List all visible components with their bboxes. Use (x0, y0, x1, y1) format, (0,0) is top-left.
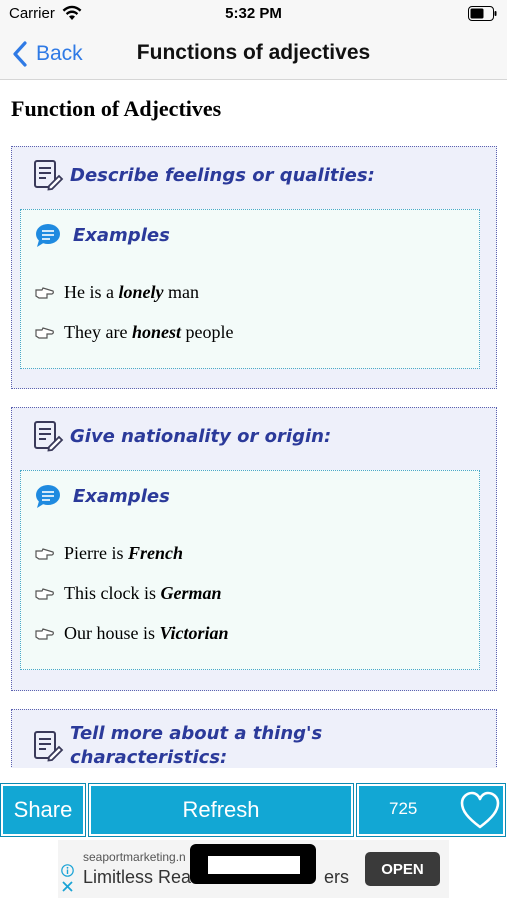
example-text-before: This clock is (64, 583, 161, 603)
nav-title: Functions of adjectives (136, 41, 371, 64)
example-item: They are honest people (35, 322, 233, 343)
section-header: Give nationality or origin: (32, 420, 331, 452)
heart-icon (460, 791, 500, 829)
redaction-box (190, 844, 316, 884)
section-title: Tell more about a thing's characteristic… (70, 723, 323, 768)
info-icon[interactable] (61, 864, 74, 877)
examples-header: Examples (35, 222, 170, 248)
ad-headline-end: ers (324, 867, 350, 887)
pointing-hand-icon (35, 286, 54, 299)
example-text-before: They are (64, 322, 132, 342)
example-text-before: He is a (64, 282, 119, 302)
section-title: Give nationality or origin: (70, 425, 332, 447)
chat-bubble-icon (36, 224, 60, 247)
examples-label: Examples (73, 485, 170, 507)
status-bar: Carrier 5:32 PM (0, 0, 507, 28)
refresh-button[interactable]: Refresh (88, 783, 354, 837)
ad-domain: seaportmarketing.n (83, 850, 186, 864)
status-time: 5:32 PM (225, 5, 282, 22)
pointing-hand-icon (35, 587, 54, 600)
chat-bubble-icon (36, 485, 60, 508)
section-feelings: Describe feelings or qualities: Examples… (11, 146, 497, 389)
example-item: Our house is Victorian (35, 623, 229, 644)
page-title: Function of Adjectives (11, 96, 222, 121)
pointing-hand-icon (35, 627, 54, 640)
note-edit-icon (34, 160, 64, 191)
pointing-hand-icon (35, 547, 54, 560)
ad-open-button[interactable]: OPEN (365, 852, 440, 886)
example-adjective: lonely (118, 282, 164, 302)
navigation-bar: Back Functions of adjectives (0, 28, 507, 80)
note-edit-icon (34, 731, 64, 762)
examples-label: Examples (73, 224, 170, 246)
example-adjective: German (160, 583, 222, 603)
share-label: Share (13, 797, 73, 822)
refresh-label: Refresh (182, 797, 260, 822)
example-item: This clock is German (35, 583, 222, 604)
content-scroll-view[interactable]: Function of Adjectives Describe feelings… (0, 80, 507, 768)
section-header: Describe feelings or qualities: (32, 159, 375, 191)
pointing-hand-icon (35, 326, 54, 339)
note-edit-icon (34, 421, 64, 452)
section-title: Describe feelings or qualities: (70, 164, 375, 186)
example-adjective: Victorian (159, 623, 229, 643)
like-count: 725 (389, 799, 418, 818)
example-text-before: Pierre is (64, 543, 128, 563)
examples-box: Examples He is a lonely man They are hon… (20, 209, 480, 369)
example-item: Pierre is French (35, 543, 183, 564)
example-adjective: French (127, 543, 183, 563)
section-characteristics: Tell more about a thing's characteristic… (11, 709, 497, 768)
section-header: Tell more about a thing's characteristic… (32, 722, 472, 768)
examples-box: Examples Pierre is French This clock is … (20, 470, 480, 670)
examples-header: Examples (35, 483, 170, 509)
bottom-toolbar: Share Refresh 725 (0, 781, 507, 839)
close-icon[interactable] (62, 881, 73, 892)
example-text-before: Our house is (64, 623, 160, 643)
ad-headline-start: Limitless Rea (83, 867, 192, 887)
example-item: He is a lonely man (35, 282, 199, 303)
example-text-after: people (181, 322, 234, 342)
example-text-after: man (163, 282, 199, 302)
section-nationality: Give nationality or origin: Examples Pie… (11, 407, 497, 691)
example-adjective: honest (131, 322, 181, 342)
share-button[interactable]: Share (0, 783, 86, 837)
ad-open-label: OPEN (381, 860, 424, 878)
like-button[interactable]: 725 (356, 783, 506, 837)
redaction-inner (208, 856, 300, 874)
battery-icon (468, 6, 497, 21)
ad-banner[interactable]: seaportmarketing.n Limitless Rea ers OPEN (58, 840, 449, 898)
